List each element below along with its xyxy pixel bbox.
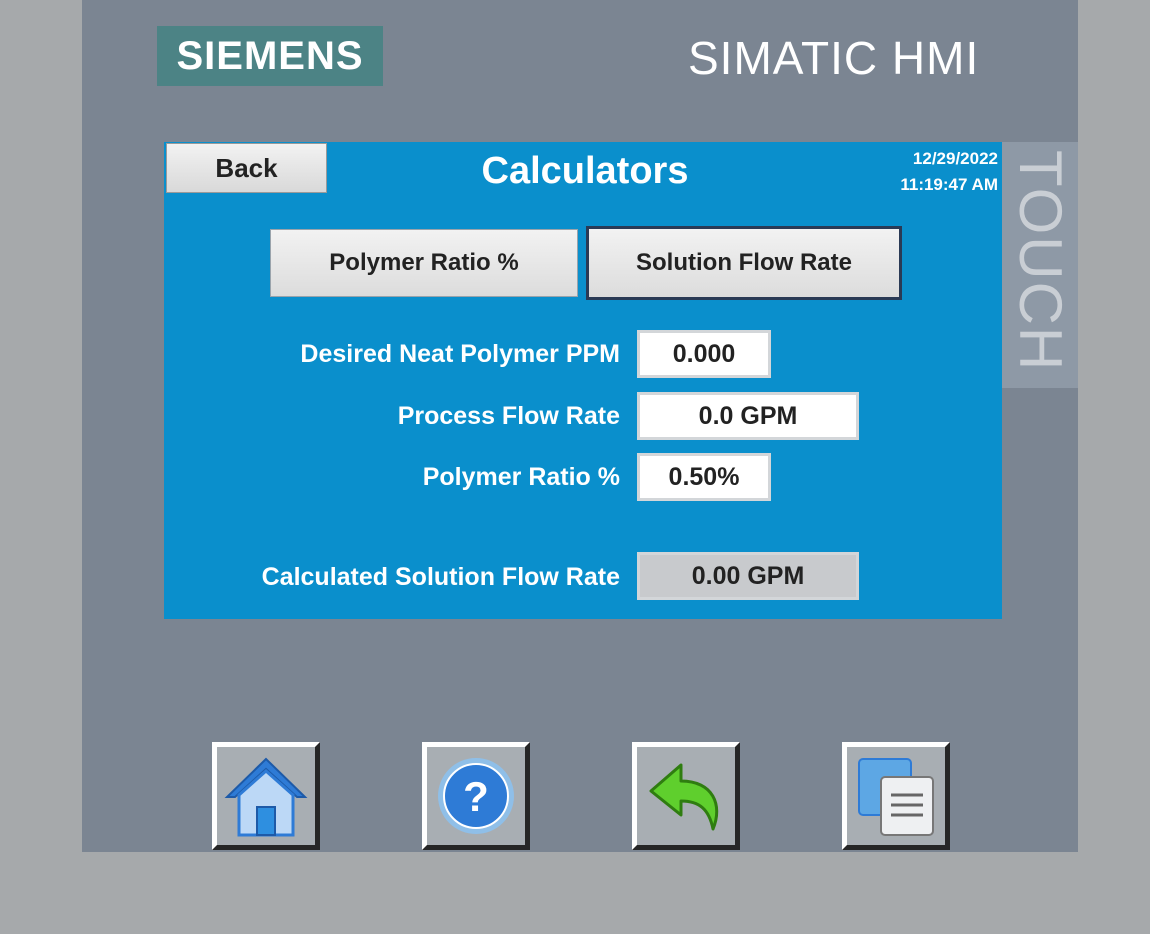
return-button[interactable] (632, 742, 740, 850)
process-flow-label: Process Flow Rate (397, 401, 620, 430)
siemens-logo: SIEMENS (157, 26, 383, 86)
tab-solution-flow-rate[interactable]: Solution Flow Rate (586, 226, 902, 300)
home-icon (224, 757, 308, 837)
simatic-hmi-label: SIMATIC HMI (688, 32, 980, 84)
neat-ppm-label: Desired Neat Polymer PPM (300, 339, 620, 368)
screens-icon (858, 758, 934, 836)
tab-polymer-ratio[interactable]: Polymer Ratio % (270, 229, 578, 297)
time-text: 11:19:47 AM (900, 175, 998, 194)
back-button[interactable]: Back (166, 143, 327, 193)
help-button[interactable]: ? (422, 742, 530, 850)
calculated-flow-output: 0.00 GPM (637, 552, 859, 600)
calculated-flow-label: Calculated Solution Flow Rate (261, 562, 620, 591)
return-arrow-icon (649, 763, 719, 831)
touch-label: TOUCH (1007, 150, 1074, 373)
help-icon: ? (438, 758, 514, 834)
home-button[interactable] (212, 742, 320, 850)
hmi-screen (164, 142, 1002, 619)
neat-ppm-input[interactable]: 0.000 (637, 330, 771, 378)
polymer-ratio-label: Polymer Ratio % (422, 462, 620, 491)
process-flow-input[interactable]: 0.0 GPM (637, 392, 859, 440)
polymer-ratio-input[interactable]: 0.50% (637, 453, 771, 501)
date-text: 12/29/2022 (912, 149, 998, 168)
page-title: Calculators (481, 149, 689, 192)
svg-text:?: ? (463, 773, 489, 820)
screens-button[interactable] (842, 742, 950, 850)
datetime-display: 12/29/2022 11:19:47 AM (850, 146, 998, 198)
